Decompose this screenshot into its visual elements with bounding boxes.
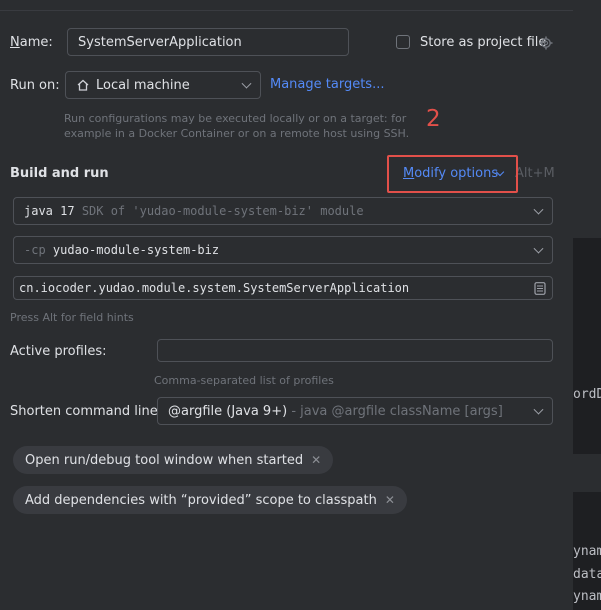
background-code-line: ynam (573, 589, 601, 604)
store-project-checkbox[interactable] (396, 35, 410, 49)
run-on-label: Run on: (10, 78, 60, 93)
option-tag-label: Add dependencies with “provided” scope t… (25, 492, 377, 508)
jdk-main: java 17 (24, 204, 75, 218)
background-panel (573, 0, 601, 238)
run-on-combo[interactable]: Local machine (65, 71, 261, 99)
background-panel (573, 454, 601, 492)
name-input[interactable]: SystemServerApplication (67, 28, 349, 56)
cp-prefix: -cp (24, 243, 46, 257)
browse-file-icon[interactable] (534, 282, 546, 295)
background-editor (573, 258, 601, 448)
field-hint: Press Alt for field hints (10, 311, 134, 324)
home-icon (77, 79, 89, 91)
shorten-sub: - java @argfile className [args] (291, 403, 503, 419)
build-and-run-heading: Build and run (10, 166, 109, 181)
header-divider (0, 10, 573, 11)
gear-icon[interactable] (539, 36, 553, 50)
chevron-down-icon (533, 404, 544, 415)
chevron-down-icon (241, 78, 252, 89)
chevron-down-icon (533, 243, 544, 254)
chevron-down-icon (533, 204, 544, 215)
background-code-line: data (573, 567, 601, 582)
cp-value: yudao-module-system-biz (52, 243, 220, 257)
name-input-value: SystemServerApplication (78, 34, 242, 50)
main-class-value: cn.iocoder.yudao.module.system.SystemSer… (19, 281, 410, 295)
run-on-hint-1: Run configurations may be executed local… (64, 112, 407, 125)
annotation-number: 2 (426, 106, 441, 132)
active-profiles-label: Active profiles: (10, 344, 107, 359)
option-tag: Open run/debug tool window when started … (13, 446, 334, 474)
shorten-label: Shorten command line: (10, 404, 163, 419)
option-tag-label: Open run/debug tool window when started (25, 452, 304, 468)
active-profiles-input[interactable] (157, 339, 553, 362)
background-code-line: ynam (573, 544, 601, 559)
run-on-hint-2: example in a Docker Container or on a re… (64, 127, 410, 140)
close-icon[interactable]: ✕ (311, 453, 321, 467)
manage-targets-link[interactable]: Manage targets... (270, 77, 384, 92)
shorten-value: @argfile (Java 9+) (168, 403, 288, 419)
run-on-value: Local machine (96, 77, 190, 93)
shorten-combo[interactable]: @argfile (Java 9+) - java @argfile class… (157, 397, 553, 425)
jdk-sub: SDK of 'yudao-module-system-biz' module (81, 204, 364, 218)
run-configuration-dialog: Name: SystemServerApplication Store as p… (0, 0, 573, 610)
background-code-line: ordDO (573, 387, 601, 402)
main-class-input[interactable]: cn.iocoder.yudao.module.system.SystemSer… (13, 276, 553, 300)
modify-shortcut: Alt+M (515, 166, 555, 181)
name-label: Name: (10, 35, 53, 50)
profiles-hint: Comma-separated list of profiles (154, 374, 334, 387)
store-project-label[interactable]: Store as project file (420, 35, 546, 50)
option-tag: Add dependencies with “provided” scope t… (13, 486, 407, 514)
classpath-combo[interactable]: -cp yudao-module-system-biz (13, 236, 553, 264)
annotation-highlight-box (387, 155, 518, 193)
jdk-combo[interactable]: java 17 SDK of 'yudao-module-system-biz'… (13, 197, 553, 225)
background-editor-strip: ordDO ynam data ynam (573, 0, 601, 610)
close-icon[interactable]: ✕ (385, 493, 395, 507)
